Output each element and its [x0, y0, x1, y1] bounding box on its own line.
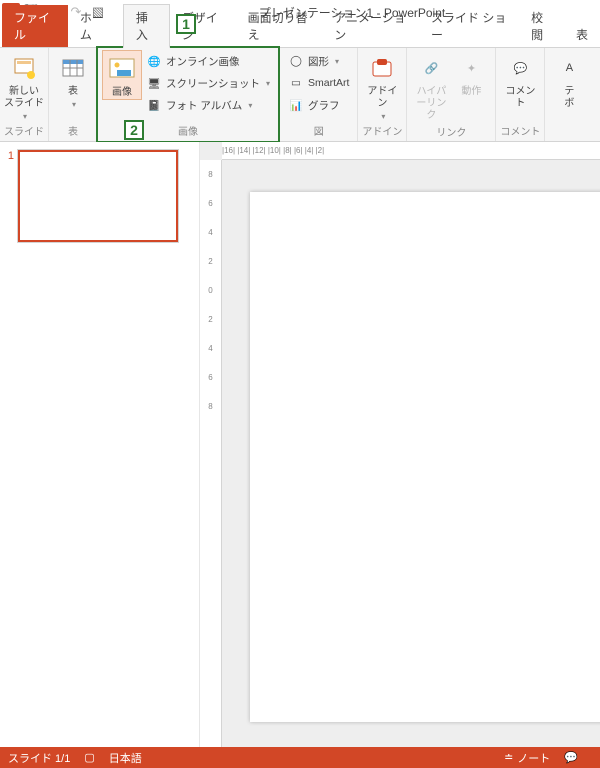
chart-icon: 📊: [288, 97, 304, 113]
status-notes-button[interactable]: ≐ ノート: [504, 750, 550, 766]
slide-editor: |16| |14| |12| |10| |8| |6| |4| |2| 8 6 …: [200, 142, 600, 747]
group-comments: 💬 コメント コメント: [496, 48, 545, 141]
group-addins: アドイ ン ▾ アドイン: [358, 48, 407, 141]
thumbnail-item[interactable]: 1: [4, 150, 189, 242]
table-icon: [57, 52, 89, 84]
table-button[interactable]: 表 ▾: [53, 50, 93, 109]
tab-home[interactable]: ホーム: [68, 5, 123, 47]
slide-thumbnails-panel[interactable]: 1: [0, 142, 200, 747]
tab-transitions[interactable]: 画面切り替え: [236, 5, 323, 47]
hyperlink-label: ハイパーリンク: [413, 86, 449, 122]
photo-album-label: フォト アルバム: [166, 98, 242, 113]
group-text-label: [549, 136, 589, 141]
new-slide-label: 新しい スライド: [4, 86, 44, 110]
textbox-icon: A: [553, 52, 585, 84]
chart-label: グラフ: [308, 98, 340, 113]
comment-icon: 💬: [504, 52, 536, 84]
photo-album-icon: 📓: [146, 97, 162, 113]
group-slides: 新しい スライド ▾ スライド: [0, 48, 49, 141]
status-spellcheck-icon[interactable]: ▢: [84, 751, 94, 764]
online-pictures-icon: 🌐: [146, 53, 162, 69]
textbox-label: テ ボ: [564, 86, 574, 110]
slide-canvas[interactable]: [250, 192, 600, 722]
online-pictures-button[interactable]: 🌐 オンライン画像: [142, 50, 274, 72]
status-language[interactable]: 日本語: [109, 750, 142, 766]
tab-view[interactable]: 表: [564, 22, 600, 47]
group-tables: 表 ▾ 表: [49, 48, 98, 141]
horizontal-ruler: |16| |14| |12| |10| |8| |6| |4| |2|: [222, 142, 600, 160]
shapes-icon: ◯: [288, 53, 304, 69]
callout-2: 2: [124, 120, 144, 140]
screenshot-label: スクリーンショット: [166, 76, 260, 91]
tab-insert[interactable]: 挿入: [123, 4, 170, 48]
action-icon: ✦: [455, 52, 487, 84]
tab-animations[interactable]: アニメーション: [322, 5, 419, 47]
callout-1: 1: [176, 14, 196, 34]
status-slide-count: スライド 1/1: [8, 750, 70, 766]
smartart-label: SmartArt: [308, 77, 349, 89]
hyperlink-button[interactable]: 🔗 ハイパーリンク: [411, 50, 451, 122]
group-text: A テ ボ: [545, 48, 593, 141]
vertical-ruler: 8 6 4 2 0 2 4 6 8: [200, 160, 222, 747]
thumbnail-preview[interactable]: [18, 150, 178, 242]
ribbon-tabs: ファイル ホーム 挿入 デザイン 画面切り替え アニメーション スライド ショー…: [0, 24, 600, 48]
new-slide-button[interactable]: 新しい スライド ▾: [4, 50, 44, 121]
chart-button[interactable]: 📊 グラフ: [284, 94, 353, 116]
screenshot-icon: 🖥: [146, 75, 162, 91]
action-label: 動作: [461, 86, 481, 98]
dropdown-icon: ▾: [381, 112, 385, 121]
addins-label: アドイ ン: [367, 86, 397, 110]
group-tables-label: 表: [53, 121, 93, 141]
group-slides-label: スライド: [4, 121, 44, 141]
hyperlink-icon: 🔗: [415, 52, 447, 84]
dropdown-icon: ▾: [23, 112, 27, 121]
group-comments-label: コメント: [500, 121, 540, 141]
tab-slideshow[interactable]: スライド ショー: [419, 5, 519, 47]
ribbon: 新しい スライド ▾ スライド 表 ▾ 表 画像: [0, 48, 600, 142]
group-illustrations: ◯ 図形▾ ▭ SmartArt 📊 グラフ 図: [280, 48, 358, 141]
shapes-label: 図形: [308, 54, 329, 69]
status-bar: スライド 1/1 ▢ 日本語 ≐ ノート 💬: [0, 747, 600, 768]
smartart-button[interactable]: ▭ SmartArt: [284, 72, 353, 94]
photo-album-button[interactable]: 📓 フォト アルバム▾: [142, 94, 274, 116]
picture-icon: [106, 53, 138, 85]
comment-button[interactable]: 💬 コメント: [500, 50, 540, 110]
textbox-button[interactable]: A テ ボ: [549, 50, 589, 110]
action-button[interactable]: ✦ 動作: [451, 50, 491, 98]
table-label: 表: [68, 86, 78, 98]
workspace: 1 |16| |14| |12| |10| |8| |6| |4| |2| 8 …: [0, 142, 600, 747]
shapes-button[interactable]: ◯ 図形▾: [284, 50, 353, 72]
group-illustrations-label: 図: [284, 121, 353, 141]
status-comments-icon[interactable]: 💬: [564, 751, 578, 764]
group-addins-label: アドイン: [362, 121, 402, 141]
dropdown-icon: ▾: [72, 100, 76, 109]
tab-file[interactable]: ファイル: [2, 5, 68, 47]
comment-label: コメント: [502, 86, 538, 110]
thumbnail-number: 1: [4, 150, 14, 242]
group-links-label: リンク: [411, 122, 491, 142]
picture-label: 画像: [112, 87, 132, 99]
picture-button[interactable]: 画像: [102, 50, 142, 100]
group-links: 🔗 ハイパーリンク ✦ 動作 リンク: [407, 48, 496, 141]
addins-icon: [366, 52, 398, 84]
new-slide-icon: [8, 52, 40, 84]
screenshot-button[interactable]: 🖥 スクリーンショット▾: [142, 72, 274, 94]
tab-review[interactable]: 校閲: [519, 5, 564, 47]
smartart-icon: ▭: [288, 75, 304, 91]
online-pictures-label: オンライン画像: [166, 54, 240, 69]
addins-button[interactable]: アドイ ン ▾: [362, 50, 402, 121]
